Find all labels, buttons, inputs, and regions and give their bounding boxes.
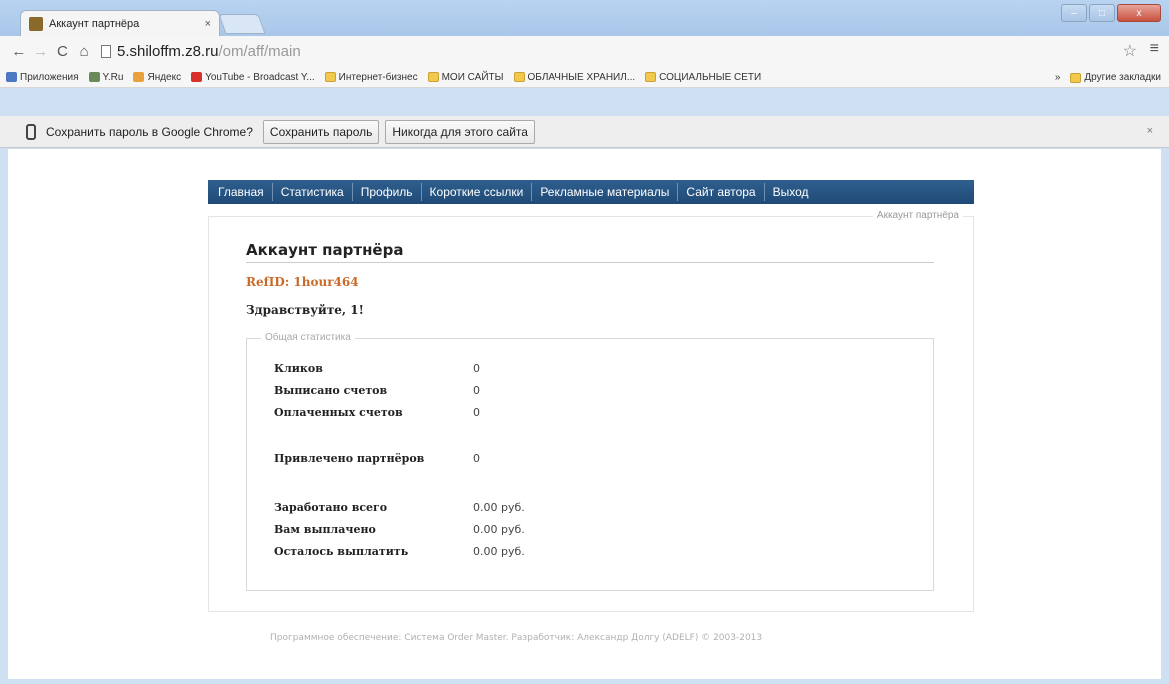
close-window-button[interactable]: x — [1117, 4, 1161, 22]
maximize-button[interactable]: □ — [1089, 4, 1115, 22]
never-save-button[interactable]: Никогда для этого сайта — [385, 119, 535, 144]
tab-title: Аккаунт партнёра — [49, 17, 140, 30]
stat-label: Вам выплачено — [274, 523, 376, 536]
minimize-button[interactable]: – — [1061, 4, 1087, 22]
bookmark-folder[interactable]: ОБЛАЧНЫЕ ХРАНИЛ... — [513, 72, 635, 83]
stats-fieldset: Общая статистика Кликов 0 Выписано счето… — [246, 332, 934, 591]
home-icon[interactable]: ⌂ — [73, 43, 95, 60]
stat-row: Кликов 0 — [274, 362, 874, 378]
panel-legend: Аккаунт партнёра — [872, 210, 963, 221]
bookmarks-bar: Приложения Y.Ru Яндекс YouTube - Broadca… — [0, 66, 1169, 88]
browser-toolbar: ← → C ⌂ 5.shiloffm.z8.ru /om/aff/main ☆ … — [0, 36, 1169, 88]
folder-icon — [513, 72, 525, 82]
stat-row: Выписано счетов 0 — [274, 384, 874, 400]
stats-legend: Общая статистика — [261, 332, 355, 343]
bookmark-star-icon[interactable]: ☆ — [1123, 41, 1137, 61]
url-path: /om/aff/main — [218, 42, 301, 60]
save-password-prompt: Сохранить пароль в Google Chrome? — [46, 124, 253, 139]
stat-value: 0.00 руб. — [473, 501, 525, 514]
stat-row: Оплаченных счетов 0 — [274, 406, 874, 422]
folder-icon — [645, 72, 657, 82]
yandex-icon — [133, 72, 145, 82]
key-icon — [26, 123, 36, 140]
bookmark-folder[interactable]: СОЦИАЛЬНЫЕ СЕТИ — [645, 72, 761, 83]
stat-label: Осталось выплатить — [274, 545, 409, 558]
back-arrow-icon[interactable]: ← — [8, 43, 30, 60]
bookmark-folder[interactable]: МОИ САЙТЫ — [427, 72, 504, 83]
folder-icon — [324, 72, 336, 82]
folder-icon — [1070, 72, 1082, 83]
site-favicon-icon — [29, 16, 43, 31]
nav-item-profile[interactable]: Профиль — [353, 183, 422, 201]
stat-label: Заработано всего — [274, 501, 388, 514]
bookmark-apps[interactable]: Приложения — [6, 72, 79, 83]
stat-row: Привлечено партнёров 0 — [274, 452, 874, 468]
reload-icon[interactable]: C — [52, 43, 74, 60]
nav-item-home[interactable]: Главная — [210, 183, 273, 201]
bookmark-item[interactable]: YouTube - Broadcast Y... — [191, 72, 315, 83]
refid-label: RefID: 1hour464 — [246, 275, 359, 289]
infobar-close-icon[interactable]: × — [1147, 125, 1153, 137]
nav-item-author-site[interactable]: Сайт автора — [678, 183, 765, 201]
stat-value: 0.00 руб. — [473, 545, 525, 558]
url-host: 5.shiloffm.z8.ru — [117, 42, 219, 60]
folder-icon — [427, 72, 439, 82]
stat-row: Заработано всего 0.00 руб. — [274, 501, 874, 517]
save-password-infobar: Сохранить пароль в Google Chrome? Сохран… — [0, 116, 1169, 148]
new-tab-button[interactable] — [218, 14, 266, 34]
forward-arrow-icon[interactable]: → — [30, 43, 52, 60]
bookmark-item[interactable]: Y.Ru — [88, 72, 123, 83]
account-panel: Аккаунт партнёра Аккаунт партнёра RefID:… — [208, 210, 974, 612]
stat-value: 0 — [473, 406, 480, 419]
save-password-button[interactable]: Сохранить пароль — [262, 119, 380, 144]
menu-icon[interactable]: ≡ — [1150, 40, 1159, 58]
more-bookmarks-icon[interactable]: » — [1055, 72, 1061, 83]
stat-label: Привлечено партнёров — [274, 452, 425, 465]
nav-item-short-links[interactable]: Короткие ссылки — [422, 183, 533, 201]
site-icon — [88, 72, 100, 82]
bookmark-item[interactable]: Яндекс — [133, 72, 181, 83]
stat-row: Вам выплачено 0.00 руб. — [274, 523, 874, 539]
other-bookmarks-folder[interactable]: Другие закладки — [1070, 72, 1161, 83]
main-nav: Главная Статистика Профиль Короткие ссыл… — [208, 180, 974, 204]
greeting: Здравствуйте, 1! — [246, 303, 364, 317]
bookmark-folder[interactable]: Интернет-бизнес — [324, 72, 418, 83]
nav-item-logout[interactable]: Выход — [765, 183, 817, 201]
window-controls: – □ x — [1061, 4, 1161, 22]
stat-value: 0 — [473, 384, 480, 397]
window-titlebar: Аккаунт партнёра × – □ x — [0, 0, 1169, 36]
page-content: Главная Статистика Профиль Короткие ссыл… — [8, 149, 1161, 679]
stat-value: 0 — [473, 452, 480, 465]
page-title: Аккаунт партнёра — [246, 241, 404, 259]
tab-close-icon[interactable]: × — [205, 18, 211, 30]
stat-value: 0 — [473, 362, 480, 375]
stat-label: Выписано счетов — [274, 384, 388, 397]
youtube-icon — [191, 72, 203, 82]
stat-label: Кликов — [274, 362, 323, 375]
title-divider — [246, 262, 934, 263]
address-bar[interactable]: 5.shiloffm.z8.ru /om/aff/main — [101, 40, 1169, 62]
page-icon — [101, 44, 111, 58]
apps-grid-icon — [6, 72, 17, 82]
stat-value: 0.00 руб. — [473, 523, 525, 536]
stat-label: Оплаченных счетов — [274, 406, 403, 419]
footer-copyright: Программное обеспечение: Система Order M… — [270, 633, 763, 643]
browser-tab[interactable]: Аккаунт партнёра × — [20, 10, 220, 36]
nav-item-statistics[interactable]: Статистика — [273, 183, 353, 201]
stat-row: Осталось выплатить 0.00 руб. — [274, 545, 874, 561]
nav-item-ad-materials[interactable]: Рекламные материалы — [532, 183, 679, 201]
